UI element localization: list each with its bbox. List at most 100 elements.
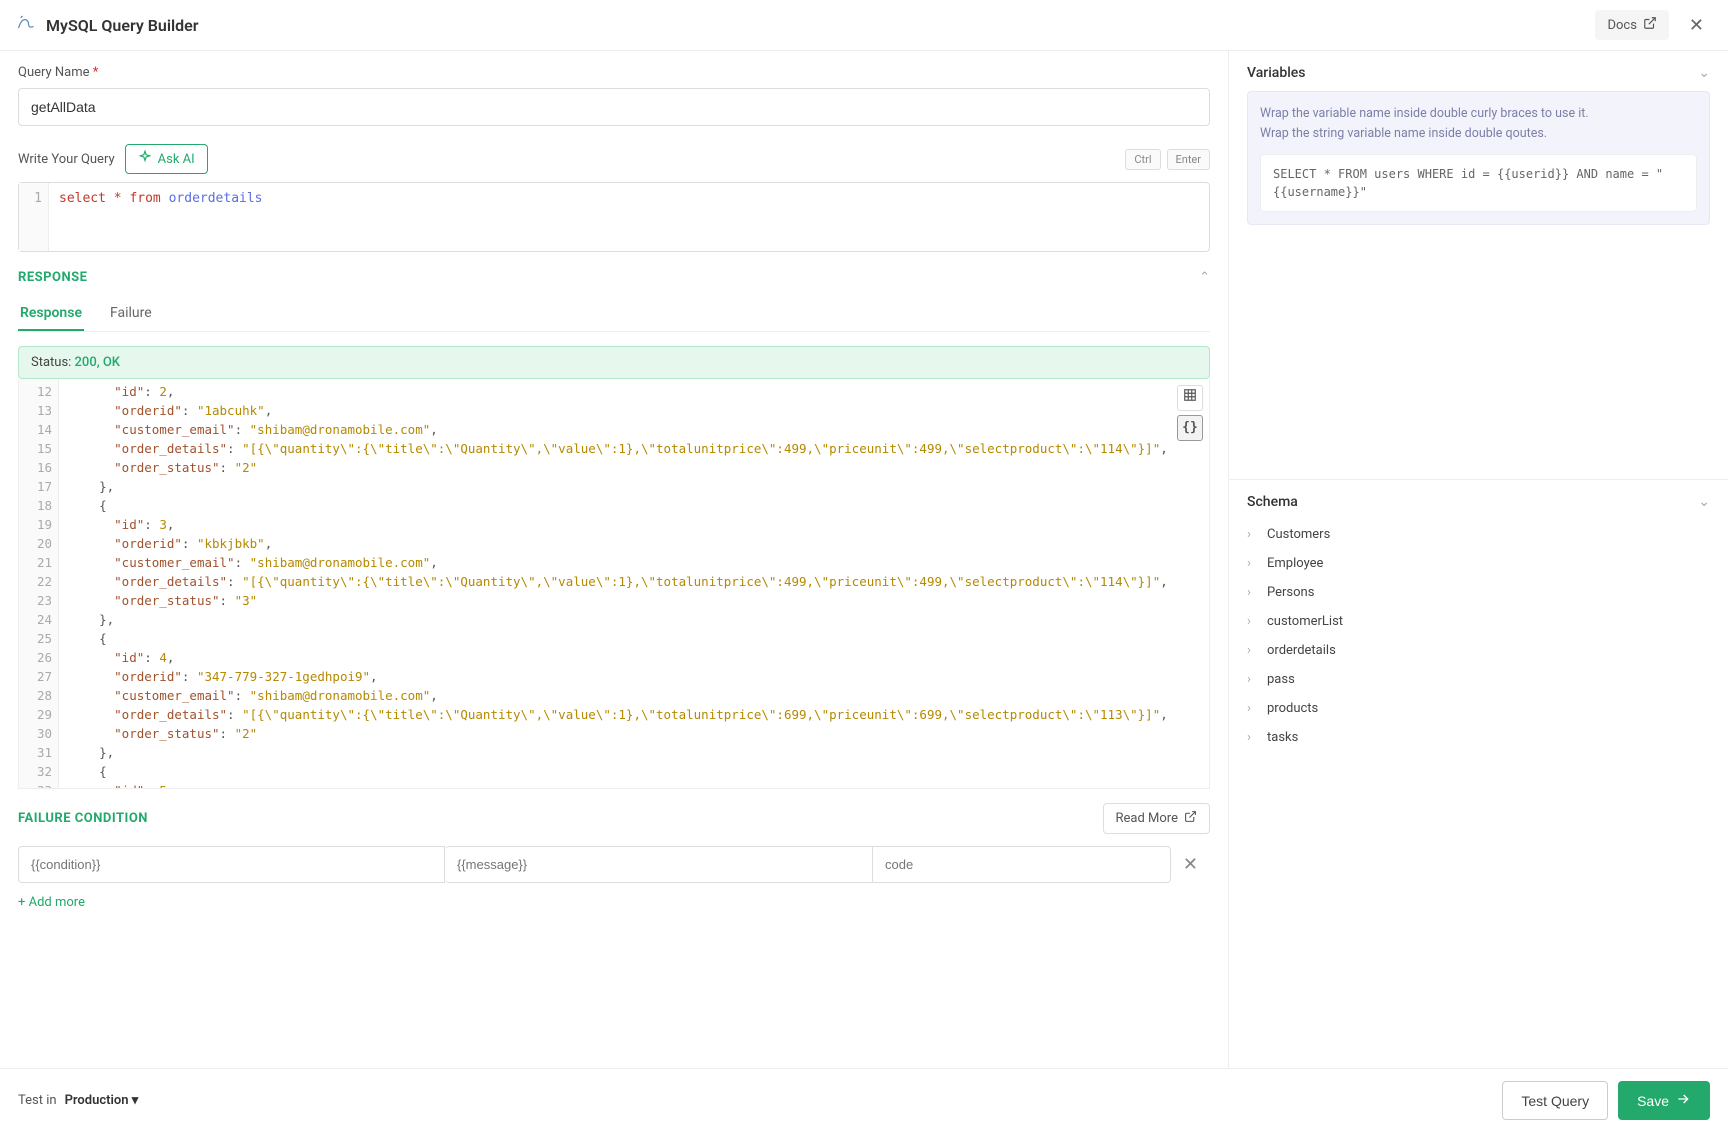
line-number: 27	[25, 668, 52, 687]
line-number: 19	[25, 516, 52, 535]
sql-editor[interactable]: 1 select * from orderdetails	[18, 182, 1210, 252]
line-number: 16	[25, 459, 52, 478]
schema-item[interactable]: ›tasks	[1247, 723, 1710, 752]
write-query-label: Write Your Query	[18, 152, 115, 167]
line-number: 33	[25, 782, 52, 789]
keyboard-shortcut-hint: Ctrl Enter	[1125, 149, 1210, 170]
json-line: {	[69, 497, 1199, 516]
line-number: 28	[25, 687, 52, 706]
json-line: "orderid": "kbkjbkb",	[69, 535, 1199, 554]
json-line: "order_details": "[{\"quantity\":{\"titl…	[69, 706, 1199, 725]
line-number: 21	[25, 554, 52, 573]
tab-failure[interactable]: Failure	[108, 297, 154, 331]
line-number: 26	[25, 649, 52, 668]
schema-table-name: Customers	[1267, 527, 1330, 542]
line-number: 12	[25, 383, 52, 402]
schema-table-name: pass	[1267, 672, 1295, 687]
json-line: "id": 3,	[69, 516, 1199, 535]
json-line: {	[69, 763, 1199, 782]
environment-select[interactable]: Production ▾	[65, 1093, 139, 1108]
failure-condition-input[interactable]	[18, 846, 445, 883]
failure-message-input[interactable]	[445, 846, 872, 883]
save-label: Save	[1637, 1093, 1669, 1109]
json-line: "customer_email": "shibam@dronamobile.co…	[69, 421, 1199, 440]
response-section-toggle[interactable]: RESPONSE ⌃	[18, 270, 1210, 285]
page-title: MySQL Query Builder	[46, 16, 199, 35]
json-line: "orderid": "1abcuhk",	[69, 402, 1199, 421]
chevron-down-icon: ⌄	[1698, 65, 1710, 81]
failure-code-input[interactable]	[872, 846, 1171, 883]
schema-table-name: orderdetails	[1267, 643, 1336, 658]
json-line: "order_status": "3"	[69, 592, 1199, 611]
chevron-right-icon: ›	[1247, 730, 1259, 745]
read-more-label: Read More	[1116, 811, 1178, 826]
json-line: "order_details": "[{\"quantity\":{\"titl…	[69, 573, 1199, 592]
table-icon	[1183, 388, 1197, 409]
json-line: "id": 2,	[69, 383, 1199, 402]
chevron-right-icon: ›	[1247, 672, 1259, 687]
chevron-right-icon: ›	[1247, 614, 1259, 629]
failure-row-delete[interactable]: ✕	[1171, 854, 1210, 875]
tab-response[interactable]: Response	[18, 297, 84, 331]
test-query-button[interactable]: Test Query	[1502, 1081, 1608, 1120]
json-line: "id": 4,	[69, 649, 1199, 668]
schema-item[interactable]: ›Persons	[1247, 578, 1710, 607]
arrow-right-icon	[1675, 1091, 1691, 1110]
schema-table-name: Employee	[1267, 556, 1323, 571]
json-line: },	[69, 478, 1199, 497]
sparkle-icon	[138, 150, 152, 168]
chevron-right-icon: ›	[1247, 701, 1259, 716]
status-bar: Status: 200, OK	[18, 346, 1210, 379]
schema-item[interactable]: › Customers	[1247, 520, 1710, 549]
close-icon: ✕	[1183, 854, 1198, 875]
variables-hint: Wrap the variable name inside double cur…	[1247, 91, 1710, 225]
schema-item[interactable]: › orderdetails	[1247, 636, 1710, 665]
line-number: 15	[25, 440, 52, 459]
chevron-right-icon: ›	[1247, 527, 1259, 542]
docs-label: Docs	[1607, 18, 1636, 33]
docs-button[interactable]: Docs	[1595, 10, 1668, 40]
json-line: "id": 5,	[69, 782, 1199, 788]
line-number: 22	[25, 573, 52, 592]
schema-section-toggle[interactable]: Schema ⌄	[1247, 494, 1710, 510]
line-number: 20	[25, 535, 52, 554]
chevron-down-icon: ⌄	[1698, 494, 1710, 510]
json-line: "order_status": "2"	[69, 725, 1199, 744]
query-name-input[interactable]	[18, 88, 1210, 126]
schema-table-name: customerList	[1267, 614, 1343, 629]
ask-ai-button[interactable]: Ask AI	[125, 144, 208, 174]
line-number: 31	[25, 744, 52, 763]
line-number: 24	[25, 611, 52, 630]
line-number: 13	[25, 402, 52, 421]
read-more-button[interactable]: Read More	[1103, 803, 1210, 834]
save-button[interactable]: Save	[1618, 1081, 1710, 1120]
caret-down-icon: ▾	[132, 1093, 139, 1108]
variables-section-toggle[interactable]: Variables ⌄	[1247, 65, 1710, 81]
mysql-logo-icon	[16, 13, 36, 37]
schema-item[interactable]: › customerList	[1247, 607, 1710, 636]
json-response-viewer[interactable]: 1213141516171819202122232425262728293031…	[18, 379, 1210, 789]
query-name-label: Query Name *	[18, 65, 1210, 80]
line-number: 29	[25, 706, 52, 725]
schema-heading: Schema	[1247, 494, 1298, 510]
braces-icon: {}	[1182, 418, 1198, 438]
schema-item[interactable]: › pass	[1247, 665, 1710, 694]
ask-ai-label: Ask AI	[158, 152, 195, 167]
chevron-right-icon: ›	[1247, 585, 1259, 600]
close-button[interactable]: ✕	[1681, 11, 1712, 40]
json-view-toggle[interactable]: {}	[1177, 415, 1203, 441]
table-view-toggle[interactable]	[1177, 385, 1203, 411]
json-line: "orderid": "347-779-327-1gedhpoi9",	[69, 668, 1199, 687]
json-line: "customer_email": "shibam@dronamobile.co…	[69, 687, 1199, 706]
chevron-right-icon: ›	[1247, 643, 1259, 658]
line-number: 1	[34, 191, 42, 206]
schema-item[interactable]: › Employee	[1247, 549, 1710, 578]
add-more-button[interactable]: + Add more	[18, 895, 1210, 910]
json-line: },	[69, 744, 1199, 763]
chevron-right-icon: ›	[1247, 556, 1259, 571]
variables-example: SELECT * FROM users WHERE id = {{userid}…	[1260, 154, 1697, 212]
line-number: 30	[25, 725, 52, 744]
schema-table-name: products	[1267, 701, 1318, 716]
external-link-icon	[1184, 810, 1197, 827]
schema-item[interactable]: › products	[1247, 694, 1710, 723]
